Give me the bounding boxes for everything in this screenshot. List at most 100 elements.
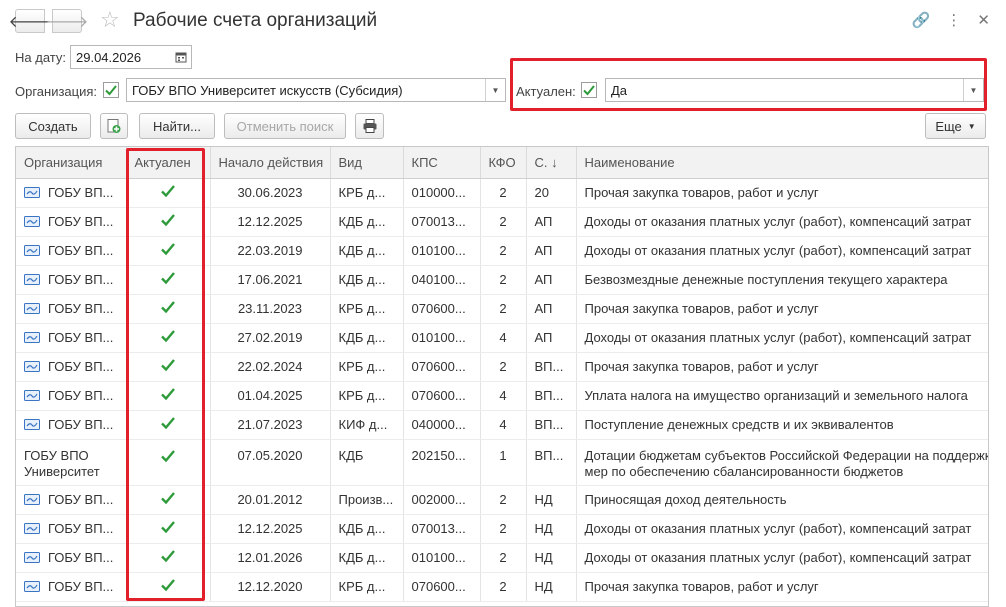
checkmark-icon <box>105 85 117 96</box>
add-copy-button[interactable] <box>100 113 128 139</box>
cell-kfo: 2 <box>480 485 527 515</box>
more-button[interactable]: Еще ▼ <box>925 113 986 139</box>
cell-s: ВП... <box>526 352 577 382</box>
org-text: ГОБУ ВП... <box>48 550 114 565</box>
cell-s: 20 <box>526 178 577 208</box>
col-header[interactable]: Наименование <box>576 147 988 179</box>
cell-kps: 040100... <box>403 265 481 295</box>
cell-org: ГОБУ ВП... <box>16 543 127 573</box>
actual-select[interactable]: Да ▼ <box>605 78 984 102</box>
cell-start-date: 22.02.2024 <box>210 352 331 382</box>
account-icon <box>24 523 40 534</box>
org-value: ГОБУ ВПО Университет искусств (Субсидия) <box>132 83 403 98</box>
actual-value: Да <box>611 83 628 98</box>
cell-kps: 010100... <box>403 236 481 266</box>
create-button[interactable]: Создать <box>15 113 91 139</box>
account-icon <box>24 303 40 314</box>
cell-kfo: 4 <box>480 323 527 353</box>
cell-kfo: 2 <box>480 543 527 573</box>
cell-org: ГОБУ ВП... <box>16 178 127 208</box>
chevron-down-icon: ▼ <box>967 121 976 131</box>
cell-kps: 040000... <box>403 410 481 440</box>
cell-kfo: 2 <box>480 352 527 382</box>
cell-s: АП <box>526 207 577 237</box>
cell-kps: 002000... <box>403 485 481 515</box>
cancel-search-button[interactable]: Отменить поиск <box>224 113 346 139</box>
date-field[interactable]: 29.04.2026 <box>70 45 192 69</box>
cell-org: ГОБУ ВП... <box>16 294 127 324</box>
cell-org: ГОБУ ВП... <box>16 265 127 295</box>
cell-start-date: 21.07.2023 <box>210 410 331 440</box>
cell-vid: КРБ д... <box>330 178 404 208</box>
forward-button[interactable]: 🡒 <box>46 9 88 33</box>
link-icon[interactable]: 🔗 <box>912 11 931 29</box>
cell-start-date: 23.11.2023 <box>210 294 331 324</box>
cell-vid: КИФ д... <box>330 410 404 440</box>
date-label: На дату: <box>15 50 66 65</box>
org-text: ГОБУ ВП... <box>48 214 114 229</box>
col-header[interactable]: Начало действия <box>210 147 331 179</box>
cell-org: ГОБУ ВП... <box>16 410 127 440</box>
checkmark-icon <box>583 85 595 96</box>
calendar-icon[interactable] <box>171 46 191 68</box>
cell-vid: КДБ д... <box>330 514 404 544</box>
cell-org: ГОБУ ВП... <box>16 323 127 353</box>
cell-s: НД <box>526 572 577 602</box>
cell-org: ГОБУ ВП... <box>16 352 127 382</box>
actual-filter-checkbox[interactable] <box>581 82 597 98</box>
cell-kps: 070013... <box>403 514 481 544</box>
cell-s: НД <box>526 543 577 573</box>
chevron-down-icon[interactable]: ▼ <box>963 79 983 101</box>
cell-kps: 202150... <box>403 439 481 486</box>
cell-org: ГОБУ ВП... <box>16 207 127 237</box>
org-text: ГОБУ ВП... <box>48 521 114 536</box>
col-header[interactable]: КПС <box>403 147 481 179</box>
col-header[interactable]: С. ↓ <box>526 147 577 179</box>
cell-kps: 010000... <box>403 178 481 208</box>
more-menu-icon[interactable]: ⋮ <box>946 11 961 29</box>
title-bar: 🡐 🡒 ☆ Рабочие счета организаций 🔗 ⋮ ✕ <box>0 0 1006 42</box>
org-select[interactable]: ГОБУ ВПО Университет искусств (Субсидия)… <box>126 78 506 102</box>
account-icon <box>24 216 40 227</box>
cell-vid: КДБ д... <box>330 265 404 295</box>
cell-kfo: 2 <box>480 178 527 208</box>
col-header[interactable]: Вид <box>330 147 404 179</box>
cell-name: Поступление денежных средств и их эквива… <box>576 410 988 440</box>
cell-start-date: 12.12.2025 <box>210 207 331 237</box>
cell-vid: КРБ д... <box>330 572 404 602</box>
account-icon <box>24 245 40 256</box>
chevron-down-icon[interactable]: ▼ <box>485 79 505 101</box>
cell-vid: КДБ д... <box>330 236 404 266</box>
cell-name: Доходы от оказания платных услуг (работ)… <box>576 543 988 573</box>
cell-vid: КРБ д... <box>330 352 404 382</box>
cell-start-date: 01.04.2025 <box>210 381 331 411</box>
cell-kfo: 2 <box>480 236 527 266</box>
cell-name: Безвозмездные денежные поступления текущ… <box>576 265 988 295</box>
back-button[interactable]: 🡐 <box>9 9 51 33</box>
col-header[interactable]: КФО <box>480 147 527 179</box>
col-header[interactable]: Организация <box>16 147 127 179</box>
print-button[interactable] <box>355 113 384 139</box>
org-filter-checkbox[interactable] <box>103 82 119 98</box>
cell-kfo: 4 <box>480 410 527 440</box>
cell-name: Доходы от оказания платных услуг (работ)… <box>576 323 988 353</box>
cell-org: ГОБУ ВП... <box>16 236 127 266</box>
account-icon <box>24 187 40 198</box>
cell-vid: КРБ д... <box>330 381 404 411</box>
cell-org: ГОБУ ВП... <box>16 485 127 515</box>
cell-s: НД <box>526 485 577 515</box>
cell-org: ГОБУ ВП... <box>16 381 127 411</box>
favorite-star-icon[interactable]: ☆ <box>100 7 120 33</box>
cell-name: Доходы от оказания платных услуг (работ)… <box>576 207 988 237</box>
close-icon[interactable]: ✕ <box>977 11 990 29</box>
cell-start-date: 20.01.2012 <box>210 485 331 515</box>
cell-vid: Произв... <box>330 485 404 515</box>
cell-name: Уплата налога на имущество организаций и… <box>576 381 988 411</box>
find-button[interactable]: Найти... <box>139 113 215 139</box>
org-text: ГОБУ ВП... <box>48 330 114 345</box>
account-icon <box>24 419 40 430</box>
cell-name: Доходы от оказания платных услуг (работ)… <box>576 236 988 266</box>
cell-kps: 070600... <box>403 381 481 411</box>
org-text: ГОБУ ВП... <box>48 185 114 200</box>
cell-kps: 070013... <box>403 207 481 237</box>
